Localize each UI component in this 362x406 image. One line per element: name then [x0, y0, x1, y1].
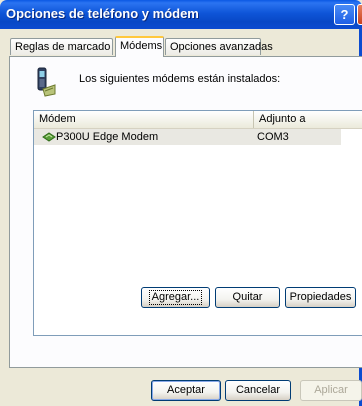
- properties-button[interactable]: Propiedades: [285, 287, 356, 308]
- installed-modems-label: Los siguientes módems están instalados:: [79, 73, 281, 85]
- list-header: Módem Adjunto a: [34, 111, 362, 129]
- phone-modem-options-dialog: Opciones de teléfono y módem ? X Reglas …: [0, 0, 362, 406]
- tab-advanced-options[interactable]: Opciones avanzadas: [165, 38, 273, 55]
- title-bar[interactable]: Opciones de teléfono y módem ? X: [0, 0, 362, 29]
- remove-button[interactable]: Quitar: [215, 287, 280, 308]
- window-title: Opciones de teléfono y módem: [6, 6, 199, 21]
- column-header-attached-to[interactable]: Adjunto a: [254, 111, 362, 128]
- modem-icon: [42, 132, 56, 142]
- attached-to-cell: COM3: [257, 131, 289, 143]
- modem-name-cell: P300U Edge Modem: [56, 131, 159, 143]
- close-button[interactable]: X: [357, 4, 362, 25]
- tab-strip: Reglas de marcado Módems Opciones avanza…: [0, 29, 362, 57]
- apply-button[interactable]: Aplicar: [300, 380, 362, 401]
- cancel-button[interactable]: Cancelar: [225, 380, 291, 401]
- list-row[interactable]: P300U Edge Modem COM3: [34, 129, 362, 145]
- tab-modems[interactable]: Módems: [115, 36, 164, 57]
- add-button[interactable]: Agregar...: [141, 287, 210, 308]
- help-button[interactable]: ?: [334, 4, 355, 25]
- ok-button[interactable]: Aceptar: [151, 380, 221, 401]
- phone-modem-icon: [37, 67, 56, 97]
- add-button-label: Agregar...: [148, 290, 203, 305]
- modems-tab-panel: Los siguientes módems están instalados: …: [9, 56, 362, 368]
- column-header-modem[interactable]: Módem: [34, 111, 254, 128]
- tab-dialing-rules[interactable]: Reglas de marcado: [10, 38, 113, 55]
